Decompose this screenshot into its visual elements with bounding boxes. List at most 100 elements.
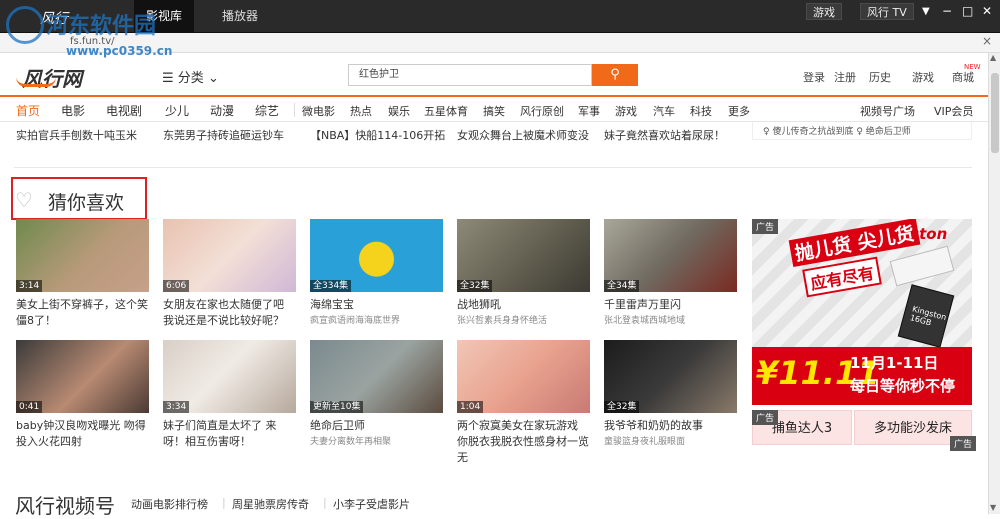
- video-card[interactable]: 0:41 baby钟汉良吻戏曝光 吻得投入火花四射: [16, 340, 149, 460]
- bottom-link[interactable]: 动画电影排行榜: [131, 496, 208, 512]
- video-thumbnail[interactable]: 6:06: [163, 219, 296, 292]
- prev-item-title[interactable]: 妹子竟然喜欢站着尿尿！: [604, 127, 725, 142]
- section-title: 猜你喜欢: [48, 192, 125, 214]
- dropdown-icon[interactable]: ▼: [922, 6, 930, 17]
- main-nav: 首页 电影 电视剧 少儿 动漫 综艺 微电影 热点 娱乐 五星体育 搞笑 风行原…: [0, 95, 988, 122]
- search-button[interactable]: ⚲: [592, 64, 638, 86]
- video-title[interactable]: 千里雷声万里闪: [604, 297, 737, 313]
- nav-auto[interactable]: 汽车: [653, 103, 675, 119]
- address-url[interactable]: fs.fun.tv/: [70, 36, 115, 47]
- video-title[interactable]: 妹子们简直是太坏了 来呀！相互伤害呀！: [163, 418, 296, 450]
- funshion-tv-button[interactable]: 风行 TV: [860, 3, 914, 20]
- prev-side-list[interactable]: ♀ 傻儿传奇之抗战到底 ♀ 绝命后卫师: [752, 122, 972, 140]
- nav-home[interactable]: 首页: [16, 102, 40, 119]
- video-subtitle: 夫妻分离数年再相聚: [310, 437, 392, 447]
- video-subtitle: 张兴哲素兵身身怀绝活: [457, 316, 548, 326]
- scroll-down-icon[interactable]: ▼: [990, 503, 996, 512]
- video-thumbnail[interactable]: 0:41: [16, 340, 149, 413]
- prev-item-title[interactable]: 【NBA】快船114-106开拓: [310, 127, 445, 142]
- register-link[interactable]: 注册: [834, 69, 856, 85]
- video-title[interactable]: 我爷爷和奶奶的故事: [604, 418, 737, 434]
- nav-funny[interactable]: 搞笑: [483, 103, 505, 119]
- episode-badge: 全334集: [310, 280, 352, 292]
- minimize-icon[interactable]: −: [942, 4, 952, 18]
- kingston-ad-banner[interactable]: 广告 Kingston 抛儿货 尖儿货 应有尽有 Kingston 16GB ¥…: [752, 219, 972, 405]
- link-separator: |: [323, 496, 327, 509]
- nav-games[interactable]: 游戏: [615, 103, 637, 119]
- video-channel-title: 风行视频号: [15, 494, 115, 518]
- nav-military[interactable]: 军事: [578, 103, 600, 119]
- search-input[interactable]: 红色护卫: [348, 64, 592, 86]
- duration-badge: 6:06: [163, 280, 190, 292]
- category-menu[interactable]: ☰ 分类 ⌄: [162, 67, 219, 86]
- close-icon[interactable]: ✕: [982, 4, 992, 18]
- bottom-link[interactable]: 周星驰票房传奇: [232, 496, 309, 512]
- video-thumbnail[interactable]: 全32集: [604, 340, 737, 413]
- nav-entertainment[interactable]: 娱乐: [388, 103, 410, 119]
- video-thumbnail[interactable]: 3:34: [163, 340, 296, 413]
- games-link[interactable]: 游戏: [912, 69, 934, 85]
- video-card[interactable]: 3:14 美女上街不穿裤子，这个笑僵8了！: [16, 219, 149, 339]
- video-card[interactable]: 1:04 两个寂寞美女在家玩游戏 你脱衣我脱衣性感身材一览无: [457, 340, 590, 464]
- video-card[interactable]: 更新至10集 绝命后卫师 夫妻分离数年再相聚: [310, 340, 443, 460]
- maximize-icon[interactable]: □: [962, 4, 973, 18]
- menu-icon: ☰: [162, 71, 178, 86]
- ad-date: 11月1-11日: [850, 354, 939, 372]
- video-thumbnail[interactable]: 全32集: [457, 219, 590, 292]
- nav-tv-series[interactable]: 电视剧: [106, 102, 142, 119]
- history-link[interactable]: 历史: [869, 69, 891, 85]
- tab-player[interactable]: 播放器: [210, 0, 270, 33]
- vertical-scrollbar[interactable]: ▲ ▼: [988, 53, 1000, 514]
- video-card[interactable]: 全32集 战地狮吼 张兴哲素兵身身怀绝活: [457, 219, 590, 339]
- chevron-down-icon: ⌄: [203, 71, 219, 86]
- scroll-up-icon[interactable]: ▲: [990, 53, 996, 62]
- nav-video-square[interactable]: 视频号广场: [860, 103, 915, 119]
- video-card[interactable]: 全34集 千里雷声万里闪 张北登袁城西城地域: [604, 219, 737, 339]
- nav-micro-film[interactable]: 微电影: [302, 103, 335, 119]
- address-close-icon[interactable]: ×: [982, 34, 992, 48]
- nav-anime[interactable]: 动漫: [210, 102, 234, 119]
- prev-item-title[interactable]: 女观众舞台上被魔术师变没: [457, 127, 589, 142]
- scroll-thumb[interactable]: [991, 73, 999, 153]
- video-title[interactable]: 女朋友在家也太随便了吧 我说还是不说比较好呢？: [163, 297, 296, 329]
- section-divider: [14, 167, 972, 168]
- nav-movie[interactable]: 电影: [61, 102, 85, 119]
- nav-kids[interactable]: 少儿: [165, 102, 189, 119]
- tab-library[interactable]: 影视库: [134, 0, 195, 33]
- video-card[interactable]: 全32集 我爷爷和奶奶的故事 童骏篮身夜礼服眼面: [604, 340, 737, 460]
- prev-item-title[interactable]: 实拍官兵手刨数十吨玉米: [16, 127, 137, 142]
- prev-item-title[interactable]: 东莞男子持砖追砸运钞车: [163, 127, 284, 142]
- video-title[interactable]: 两个寂寞美女在家玩游戏 你脱衣我脱衣性感身材一览无: [457, 418, 590, 466]
- category-label: 分类: [177, 71, 204, 86]
- video-title[interactable]: 绝命后卫师: [310, 418, 443, 434]
- search-icon: ⚲: [610, 67, 620, 82]
- login-link[interactable]: 登录: [803, 69, 825, 85]
- link-separator: |: [222, 496, 226, 509]
- video-title[interactable]: baby钟汉良吻戏曝光 吻得投入火花四射: [16, 418, 149, 450]
- episode-badge: 全32集: [604, 401, 640, 413]
- video-thumbnail[interactable]: 3:14: [16, 219, 149, 292]
- mini-ad-tag: 广告: [950, 436, 977, 451]
- video-title[interactable]: 海绵宝宝: [310, 297, 443, 313]
- nav-tech[interactable]: 科技: [690, 103, 712, 119]
- bottom-link[interactable]: 小李子受虐影片: [333, 496, 410, 512]
- video-card[interactable]: 6:06 女朋友在家也太随便了吧 我说还是不说比较好呢？: [163, 219, 296, 339]
- video-title[interactable]: 美女上街不穿裤子，这个笑僵8了！: [16, 297, 149, 329]
- nav-more[interactable]: 更多: [728, 103, 750, 119]
- video-title[interactable]: 战地狮吼: [457, 297, 590, 313]
- mall-link[interactable]: 商城: [952, 69, 974, 85]
- video-card[interactable]: 3:34 妹子们简直是太坏了 来呀！相互伤害呀！: [163, 340, 296, 460]
- video-thumbnail[interactable]: 全34集: [604, 219, 737, 292]
- video-thumbnail[interactable]: 更新至10集: [310, 340, 443, 413]
- video-card[interactable]: 全334集 海绵宝宝 疯宣疯语闹海海底世界: [310, 219, 443, 339]
- games-button[interactable]: 游戏: [806, 3, 842, 20]
- nav-hot[interactable]: 热点: [350, 103, 372, 119]
- nav-sports[interactable]: 五星体育: [424, 103, 468, 119]
- video-thumbnail[interactable]: 1:04: [457, 340, 590, 413]
- nav-original[interactable]: 风行原创: [520, 103, 564, 119]
- nav-vip[interactable]: VIP会员: [934, 103, 973, 119]
- duration-badge: 1:04: [457, 401, 484, 413]
- memory-card-label: Kingston 16GB: [908, 304, 948, 328]
- nav-variety[interactable]: 综艺: [255, 102, 279, 119]
- video-thumbnail[interactable]: 全334集: [310, 219, 443, 292]
